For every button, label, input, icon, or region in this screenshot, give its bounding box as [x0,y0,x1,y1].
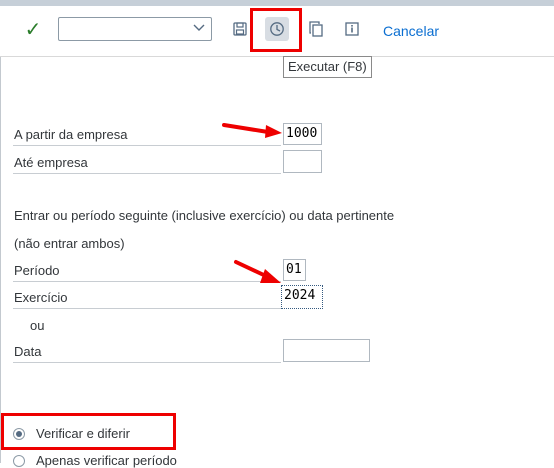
date-underline [13,362,281,363]
fiscal-year-underline [13,308,281,309]
from-company-label: A partir da empresa [14,127,128,142]
red-arrow-icon [234,260,281,283]
highlight-radio-box [1,413,176,450]
instruction-text: Entrar ou período seguinte (inclusive ex… [14,208,395,223]
date-input[interactable] [283,339,370,362]
to-company-input[interactable] [283,150,322,173]
chevron-down-icon [193,21,205,36]
left-border [0,57,1,463]
verify-only-label: Apenas verificar período [36,453,177,468]
checkmark-icon[interactable]: ✓ [22,18,44,41]
highlight-execute-box [250,8,302,52]
period-input[interactable]: 01 [283,259,306,281]
radio-verify-only[interactable]: Apenas verificar período [13,453,177,468]
date-label: Data [14,344,42,359]
or-label: ou [30,318,45,333]
from-company-underline [13,145,281,146]
cancel-button[interactable]: Cancelar [383,23,439,39]
instruction-note: (não entrar ambos) [14,236,125,251]
to-company-label: Até empresa [14,155,88,170]
info-icon[interactable] [340,17,364,41]
fiscal-year-label: Exercício [14,290,68,305]
from-company-input[interactable]: 1000 [283,123,322,145]
variant-dropdown[interactable] [58,17,212,41]
execute-tooltip: Executar (F8) [283,56,372,78]
red-arrow-icon [222,123,282,138]
save-icon[interactable] [228,17,252,41]
to-company-underline [13,173,281,174]
fiscal-year-input[interactable]: 2024 [281,285,323,309]
radio-unselected-icon[interactable] [13,454,25,467]
copy-icon[interactable] [304,17,328,41]
period-label: Período [14,263,60,278]
